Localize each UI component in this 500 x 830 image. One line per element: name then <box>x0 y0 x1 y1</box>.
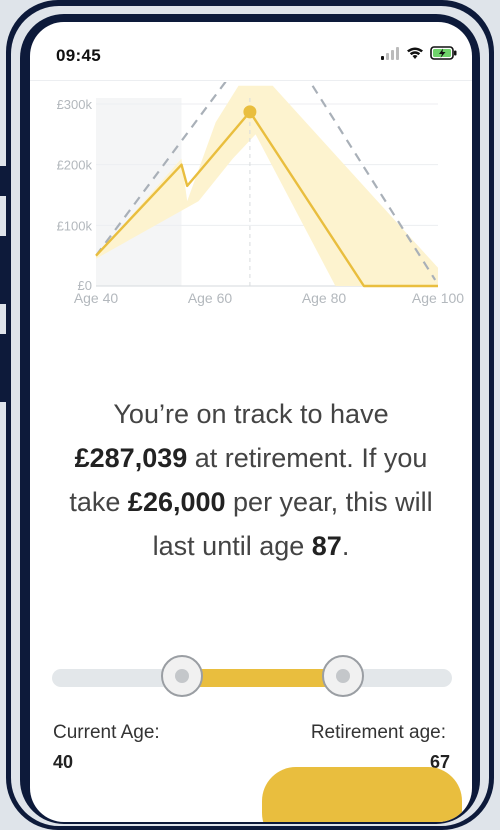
summary-pot-amount: £287,039 <box>74 443 188 473</box>
current-age-value: 40 <box>53 752 74 772</box>
x-tick-label: Age 60 <box>188 290 233 306</box>
x-tick-label: Age 100 <box>412 290 464 306</box>
status-divider <box>30 80 472 81</box>
retirement-age-label: Retirement age: <box>310 722 446 743</box>
x-tick-label: Age 80 <box>302 290 347 306</box>
slider-selected-range <box>183 669 344 687</box>
summary-text-4: . <box>341 531 350 561</box>
status-bar: 09:45 <box>30 22 472 82</box>
status-icons <box>380 46 458 60</box>
current-age-handle[interactable] <box>161 655 203 697</box>
current-age-label: Current Age: <box>53 722 160 743</box>
chart-svg: £0£100k£200k£300kAge 40 Age 60 Age 80 Age 1… <box>57 82 464 306</box>
summary-text-1: You’re on track to have <box>113 399 389 429</box>
summary-last-age: 87 <box>311 531 342 561</box>
status-time: 09:45 <box>56 46 101 65</box>
retirement-pot-point <box>243 105 257 119</box>
phone-screen: 09:45 £0£100k£200k£300kAge 40Age 60 <box>30 22 472 822</box>
y-tick-label: £200k <box>57 158 93 173</box>
x-tick-label: Age 40 <box>74 290 119 306</box>
signal-icon <box>381 47 399 60</box>
y-tick-label: £100k <box>57 218 93 233</box>
wifi-icon <box>407 47 423 59</box>
battery-charging-icon <box>430 46 457 60</box>
action-button[interactable] <box>262 767 462 822</box>
retirement-chart: £0 £100k £200k £300k Age 40 Age 60 Age 80 Age 1… <box>30 82 472 322</box>
age-range-slider[interactable] <box>52 652 452 712</box>
summary-yearly-amount: £26,000 <box>127 487 226 517</box>
retirement-summary: You’re on track to have £287,039 at reti… <box>50 392 452 568</box>
retirement-age-handle[interactable] <box>322 655 364 697</box>
y-tick-label: £300k <box>57 97 93 112</box>
